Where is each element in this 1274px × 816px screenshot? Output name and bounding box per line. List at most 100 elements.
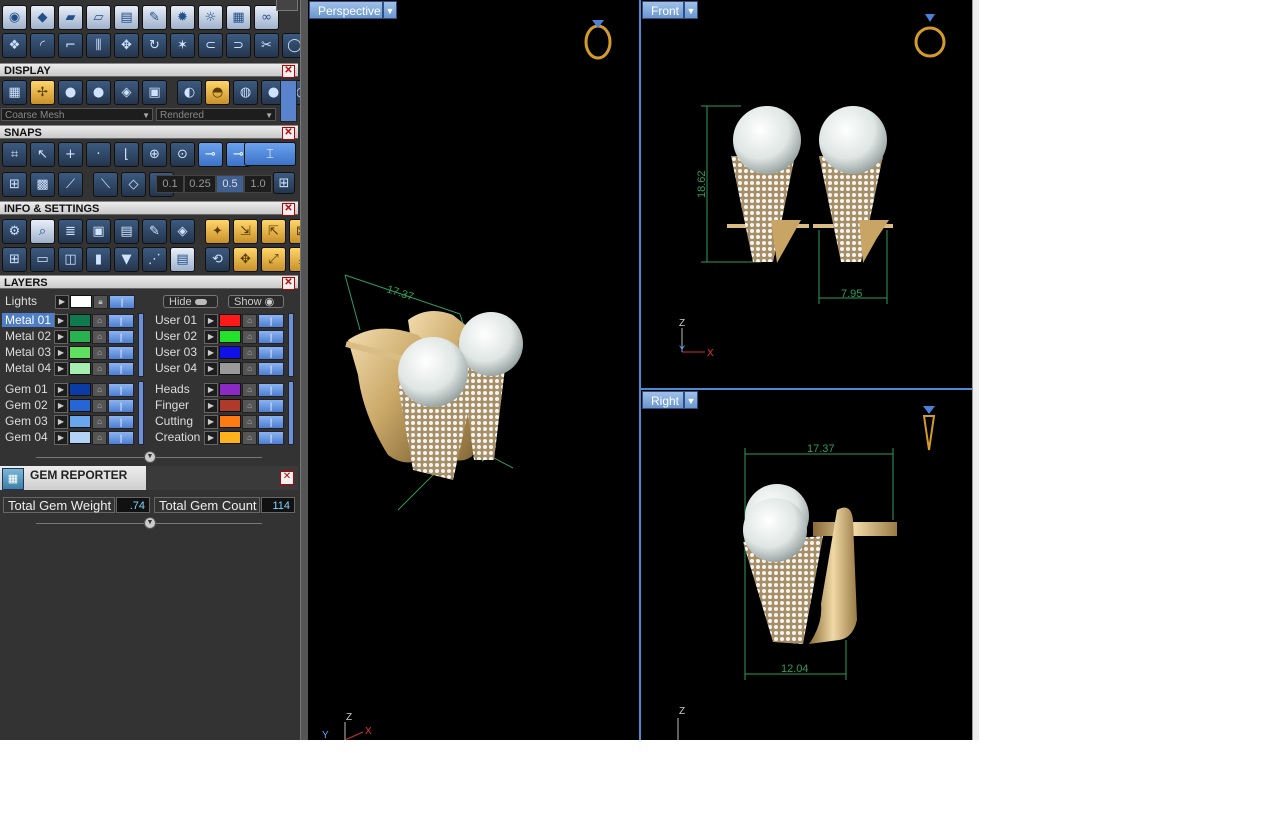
lock-icon[interactable]: 🔒︎ (93, 295, 108, 309)
cubes-icon[interactable]: ❖ (2, 33, 27, 58)
plane-grid-icon[interactable]: ⊞ (2, 172, 27, 197)
layer-color-swatch[interactable] (69, 399, 91, 412)
wire-sphere-icon[interactable]: ◐ (177, 80, 202, 105)
move-icon[interactable]: ✥ (114, 33, 139, 58)
box-icon[interactable]: ▩ (30, 172, 55, 197)
selection-icon[interactable]: ⋰ (142, 247, 167, 272)
sun-icon[interactable]: ☼ (198, 5, 223, 30)
layer-name[interactable]: Finger (152, 398, 205, 412)
gold-material-icon[interactable]: ◓ (205, 80, 230, 105)
play-icon[interactable]: ▶ (204, 330, 218, 344)
stack-icon[interactable]: ≣ (58, 219, 83, 244)
layer-name[interactable]: Metal 01 (2, 313, 55, 327)
visibility-toggle[interactable]: | (258, 431, 284, 445)
layer-name[interactable]: Heads (152, 382, 205, 396)
play-icon[interactable]: ▶ (204, 431, 218, 445)
play-icon[interactable]: ▶ (54, 383, 68, 397)
play-icon[interactable]: ▶ (204, 314, 218, 328)
lights-swatch[interactable] (70, 295, 92, 308)
scale-icon[interactable]: ⤢ (261, 247, 286, 272)
form-icon[interactable]: ▤ (170, 247, 195, 272)
rotate-icon[interactable]: ↻ (142, 33, 167, 58)
snap-toggle-button[interactable]: ⌶ (244, 142, 296, 166)
grid-icon[interactable]: ▦ (2, 80, 27, 105)
settings-icon[interactable]: ⚙ (2, 219, 27, 244)
material-cube-icon[interactable]: ◈ (170, 219, 195, 244)
edit-icon[interactable]: ✎ (142, 219, 167, 244)
eye-icon[interactable]: ◉ (2, 5, 27, 30)
layer-color-swatch[interactable] (219, 330, 241, 343)
cube-wire-icon[interactable]: ◫ (58, 247, 83, 272)
close-icon[interactable]: ✕ (282, 65, 295, 78)
export-icon[interactable]: ⇱ (261, 219, 286, 244)
light-bulb-icon[interactable]: ✢ (30, 80, 55, 105)
mesh-dropdown[interactable]: Coarse Mesh ▼ (1, 108, 153, 121)
visibility-toggle[interactable]: | (108, 362, 134, 376)
layer-color-swatch[interactable] (69, 415, 91, 428)
book-icon[interactable]: ▮ (86, 247, 111, 272)
play-icon[interactable]: ▶ (54, 346, 68, 360)
windows-icon[interactable]: ⊞ (2, 247, 27, 272)
hide-button[interactable]: Hide (163, 295, 218, 308)
visibility-toggle[interactable]: | (258, 346, 284, 360)
layer-group-bar[interactable] (288, 313, 294, 377)
lock-icon[interactable]: ⌂ (92, 415, 107, 429)
layer-color-swatch[interactable] (219, 314, 241, 327)
play-icon[interactable]: ▶ (54, 314, 68, 328)
layer-color-swatch[interactable] (69, 383, 91, 396)
notes-icon[interactable]: ▤ (114, 219, 139, 244)
visibility-toggle[interactable]: | (108, 330, 134, 344)
panel-pin-button[interactable] (276, 0, 298, 11)
snap-value-4[interactable]: 1.0 (244, 175, 272, 193)
snap-value-1[interactable]: 0.1 (156, 175, 184, 193)
layer-name[interactable]: Gem 02 (2, 398, 55, 412)
lock-icon[interactable]: ⌂ (242, 383, 257, 397)
front-viewport[interactable]: Front ▼ 18.62 7.95 Z X Y (641, 0, 972, 390)
wand-icon[interactable]: ✦ (205, 219, 230, 244)
lock-icon[interactable]: ⌂ (242, 431, 257, 445)
visibility-toggle[interactable]: | (108, 431, 134, 445)
visibility-toggle[interactable]: | (258, 383, 284, 397)
layer-color-swatch[interactable] (219, 431, 241, 444)
snap-value-3[interactable]: 0.5 (216, 175, 244, 193)
render-dropdown[interactable]: Rendered ▼ (156, 108, 276, 121)
layer-name[interactable]: User 03 (152, 345, 205, 359)
circle-icon[interactable]: ◯ (282, 33, 300, 58)
layer-color-swatch[interactable] (69, 362, 91, 375)
layer-name[interactable]: Metal 03 (2, 345, 55, 359)
layer-name[interactable]: User 02 (152, 329, 205, 343)
measure-icon[interactable]: ⟍ (93, 172, 118, 197)
snap-circle-icon[interactable]: ⊙ (170, 142, 195, 167)
layer-color-swatch[interactable] (69, 330, 91, 343)
filter-icon[interactable]: ▼ (114, 247, 139, 272)
lock-icon[interactable]: ⌂ (92, 314, 107, 328)
pipette-icon[interactable]: ⟋ (58, 172, 83, 197)
lock-icon[interactable]: ⌂ (92, 330, 107, 344)
layers-icon[interactable]: ▦ (226, 5, 251, 30)
play-icon[interactable]: ▶ (54, 330, 68, 344)
layer-name[interactable]: Metal 04 (2, 361, 55, 375)
visibility-toggle[interactable]: | (258, 399, 284, 413)
lock-icon[interactable]: ⌂ (92, 362, 107, 376)
magnify-icon[interactable]: ⌕ (30, 219, 55, 244)
layer-color-swatch[interactable] (219, 362, 241, 375)
ring-view-icon[interactable] (584, 20, 612, 60)
layer-group-bar[interactable] (138, 381, 144, 445)
lock-icon[interactable]: ⌂ (92, 399, 107, 413)
play-icon[interactable]: ▶ (54, 362, 68, 376)
snap-grid-icon[interactable]: ⌗ (2, 142, 27, 167)
visibility-toggle[interactable]: | (108, 314, 134, 328)
environment-icon[interactable]: ◈ (114, 80, 139, 105)
document-icon[interactable]: ▤ (114, 5, 139, 30)
chevron-down-icon[interactable]: ▼ (144, 451, 156, 463)
visibility-toggle[interactable]: | (258, 415, 284, 429)
cube-info-icon[interactable]: ▣ (86, 219, 111, 244)
play-icon[interactable]: ▶ (204, 346, 218, 360)
layer-name[interactable]: Cutting (152, 414, 205, 428)
lock-icon[interactable]: ⌂ (242, 362, 257, 376)
shape-icon[interactable]: ▱ (86, 5, 111, 30)
curve-icon[interactable]: ⌐ (58, 33, 83, 58)
link-icon[interactable]: ⊂ (198, 33, 223, 58)
layer-color-swatch[interactable] (219, 346, 241, 359)
visibility-toggle[interactable]: | (258, 362, 284, 376)
